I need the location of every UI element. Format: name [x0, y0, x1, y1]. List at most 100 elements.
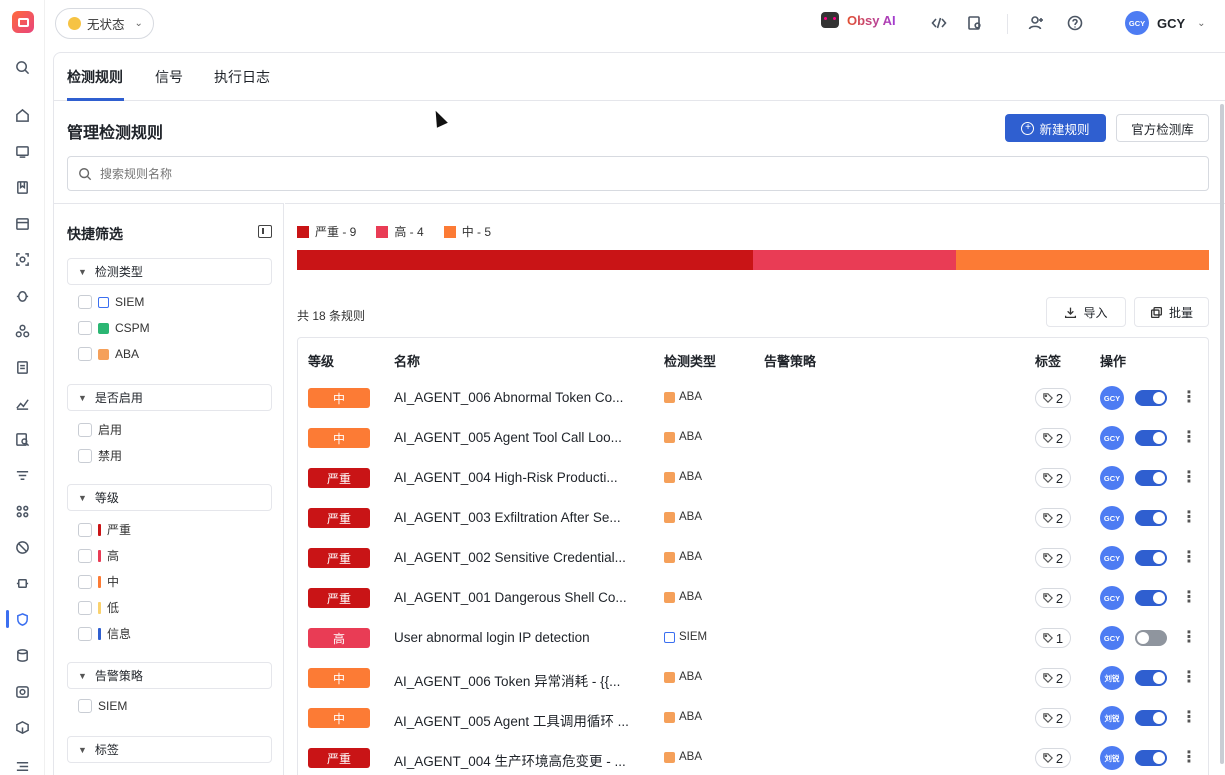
- import-button[interactable]: 导入: [1046, 297, 1126, 327]
- enable-toggle[interactable]: [1135, 470, 1167, 486]
- filter-group-enabled[interactable]: ▼ 是否启用: [67, 384, 272, 411]
- more-actions-icon[interactable]: ⋮: [1181, 628, 1197, 648]
- tag-count[interactable]: 2: [1035, 748, 1071, 768]
- column-header-tags[interactable]: 标签: [1035, 351, 1061, 370]
- filter-group-level[interactable]: ▼ 等级: [67, 484, 272, 511]
- batch-button[interactable]: 批量: [1134, 297, 1209, 327]
- rule-name[interactable]: AI_AGENT_005 Agent Tool Call Loo...: [394, 430, 644, 445]
- tag-count[interactable]: 2: [1035, 468, 1071, 488]
- analytics-icon[interactable]: [12, 393, 32, 413]
- enable-toggle[interactable]: [1135, 510, 1167, 526]
- monitor-icon[interactable]: [12, 141, 32, 161]
- enable-toggle[interactable]: [1135, 710, 1167, 726]
- more-actions-icon[interactable]: ⋮: [1181, 388, 1197, 408]
- more-actions-icon[interactable]: ⋮: [1181, 748, 1197, 768]
- table-row[interactable]: 严重 AI_AGENT_004 生产环境高危变更 - ... ABA 2 刘锐 ⋮: [298, 738, 1208, 775]
- official-library-button[interactable]: 官方检测库: [1116, 114, 1209, 142]
- filter-item-disabled[interactable]: 禁用: [78, 447, 122, 464]
- tab-signals[interactable]: 信号: [155, 67, 183, 87]
- table-row[interactable]: 严重 AI_AGENT_004 High-Risk Producti... ABA 2…: [298, 458, 1208, 498]
- search-box[interactable]: [67, 156, 1209, 191]
- checkbox[interactable]: [78, 422, 92, 437]
- table-row[interactable]: 高 User abnormal login IP detection SIEM 1 GC…: [298, 618, 1208, 658]
- column-header-name[interactable]: 名称: [394, 351, 420, 370]
- search-input[interactable]: [100, 166, 700, 181]
- home-icon[interactable]: [12, 105, 32, 125]
- column-header-actions[interactable]: 操作: [1100, 351, 1126, 370]
- package-icon[interactable]: [12, 717, 32, 737]
- more-actions-icon[interactable]: ⋮: [1181, 668, 1197, 688]
- filter-item-severe[interactable]: 严重: [78, 521, 131, 538]
- table-row[interactable]: 中 AI_AGENT_005 Agent 工具调用循环 ... ABA 2 刘锐 ⋮: [298, 698, 1208, 738]
- checkbox[interactable]: [78, 448, 92, 463]
- filter-item-medium[interactable]: 中: [78, 573, 119, 590]
- filter-item-aba[interactable]: ABA: [78, 347, 139, 361]
- bug-icon[interactable]: [12, 285, 32, 305]
- search-icon[interactable]: [12, 57, 32, 77]
- rule-name[interactable]: AI_AGENT_005 Agent 工具调用循环 ...: [394, 710, 644, 730]
- checkbox[interactable]: [78, 548, 92, 563]
- tag-count[interactable]: 2: [1035, 428, 1071, 448]
- report-search-icon[interactable]: [12, 429, 32, 449]
- checkbox[interactable]: [78, 699, 92, 713]
- filter-item-enabled[interactable]: 启用: [78, 421, 122, 438]
- app-logo[interactable]: [12, 11, 34, 33]
- checkbox[interactable]: [78, 295, 92, 309]
- filter-item-siem[interactable]: SIEM: [78, 295, 144, 309]
- filter-item-policy-siem[interactable]: SIEM: [78, 699, 127, 713]
- enable-toggle[interactable]: [1135, 670, 1167, 686]
- more-actions-icon[interactable]: ⋮: [1181, 588, 1197, 608]
- checkbox[interactable]: [78, 600, 92, 615]
- checkbox[interactable]: [78, 626, 92, 641]
- enable-toggle[interactable]: [1135, 390, 1167, 406]
- chip-icon[interactable]: [12, 573, 32, 593]
- more-actions-icon[interactable]: ⋮: [1181, 468, 1197, 488]
- checkbox[interactable]: [78, 347, 92, 361]
- tag-count[interactable]: 2: [1035, 708, 1071, 728]
- table-row[interactable]: 严重 AI_AGENT_002 Sensitive Credential... AB…: [298, 538, 1208, 578]
- rule-name[interactable]: AI_AGENT_001 Dangerous Shell Co...: [394, 590, 644, 605]
- filter-item-low[interactable]: 低: [78, 599, 119, 616]
- rule-name[interactable]: AI_AGENT_006 Abnormal Token Co...: [394, 390, 644, 405]
- filter-group-detection-type[interactable]: ▼ 检测类型: [67, 258, 272, 285]
- checkbox[interactable]: [78, 574, 92, 589]
- more-actions-icon[interactable]: ⋮: [1181, 708, 1197, 728]
- column-header-alert-policy[interactable]: 告警策略: [764, 351, 816, 370]
- tag-count[interactable]: 2: [1035, 548, 1071, 568]
- more-actions-icon[interactable]: ⋮: [1181, 428, 1197, 448]
- enable-toggle[interactable]: [1135, 590, 1167, 606]
- calendar-icon[interactable]: [12, 213, 32, 233]
- rule-name[interactable]: AI_AGENT_004 High-Risk Producti...: [394, 470, 644, 485]
- column-header-level[interactable]: 等级: [308, 351, 334, 370]
- document-icon[interactable]: [12, 357, 32, 377]
- shield-icon[interactable]: [12, 609, 32, 629]
- tab-detection-rules[interactable]: 检测规则: [67, 67, 123, 87]
- rule-name[interactable]: AI_AGENT_006 Token 异常消耗 - {{...: [394, 670, 644, 690]
- tab-execution-log[interactable]: 执行日志: [214, 67, 270, 87]
- filter-item-high[interactable]: 高: [78, 547, 119, 564]
- rule-name[interactable]: AI_AGENT_002 Sensitive Credential...: [394, 550, 644, 565]
- enable-toggle[interactable]: [1135, 630, 1167, 646]
- tag-count[interactable]: 2: [1035, 588, 1071, 608]
- tag-count[interactable]: 2: [1035, 668, 1071, 688]
- checkbox[interactable]: [78, 321, 92, 335]
- scan-icon[interactable]: [12, 249, 32, 269]
- table-row[interactable]: 严重 AI_AGENT_001 Dangerous Shell Co... ABA 2…: [298, 578, 1208, 618]
- add-user-icon[interactable]: [1028, 15, 1046, 33]
- status-selector[interactable]: 无状态 ⌄: [55, 8, 154, 39]
- obsy-ai-button[interactable]: Obsy AI: [821, 12, 896, 28]
- filter-item-cspm[interactable]: CSPM: [78, 321, 150, 335]
- user-menu[interactable]: GCY GCY ⌄: [1125, 11, 1206, 35]
- new-rule-button[interactable]: + 新建规则: [1005, 114, 1106, 142]
- database-icon[interactable]: [12, 645, 32, 665]
- apps-icon[interactable]: [12, 501, 32, 521]
- filter-item-info[interactable]: 信息: [78, 625, 131, 642]
- bookmark-icon[interactable]: [12, 177, 32, 197]
- code-icon[interactable]: [931, 15, 949, 33]
- tag-count[interactable]: 2: [1035, 508, 1071, 528]
- more-actions-icon[interactable]: ⋮: [1181, 508, 1197, 528]
- tag-count[interactable]: 2: [1035, 388, 1071, 408]
- more-actions-icon[interactable]: ⋮: [1181, 548, 1197, 568]
- camera-icon[interactable]: [12, 681, 32, 701]
- rule-name[interactable]: User abnormal login IP detection: [394, 630, 644, 645]
